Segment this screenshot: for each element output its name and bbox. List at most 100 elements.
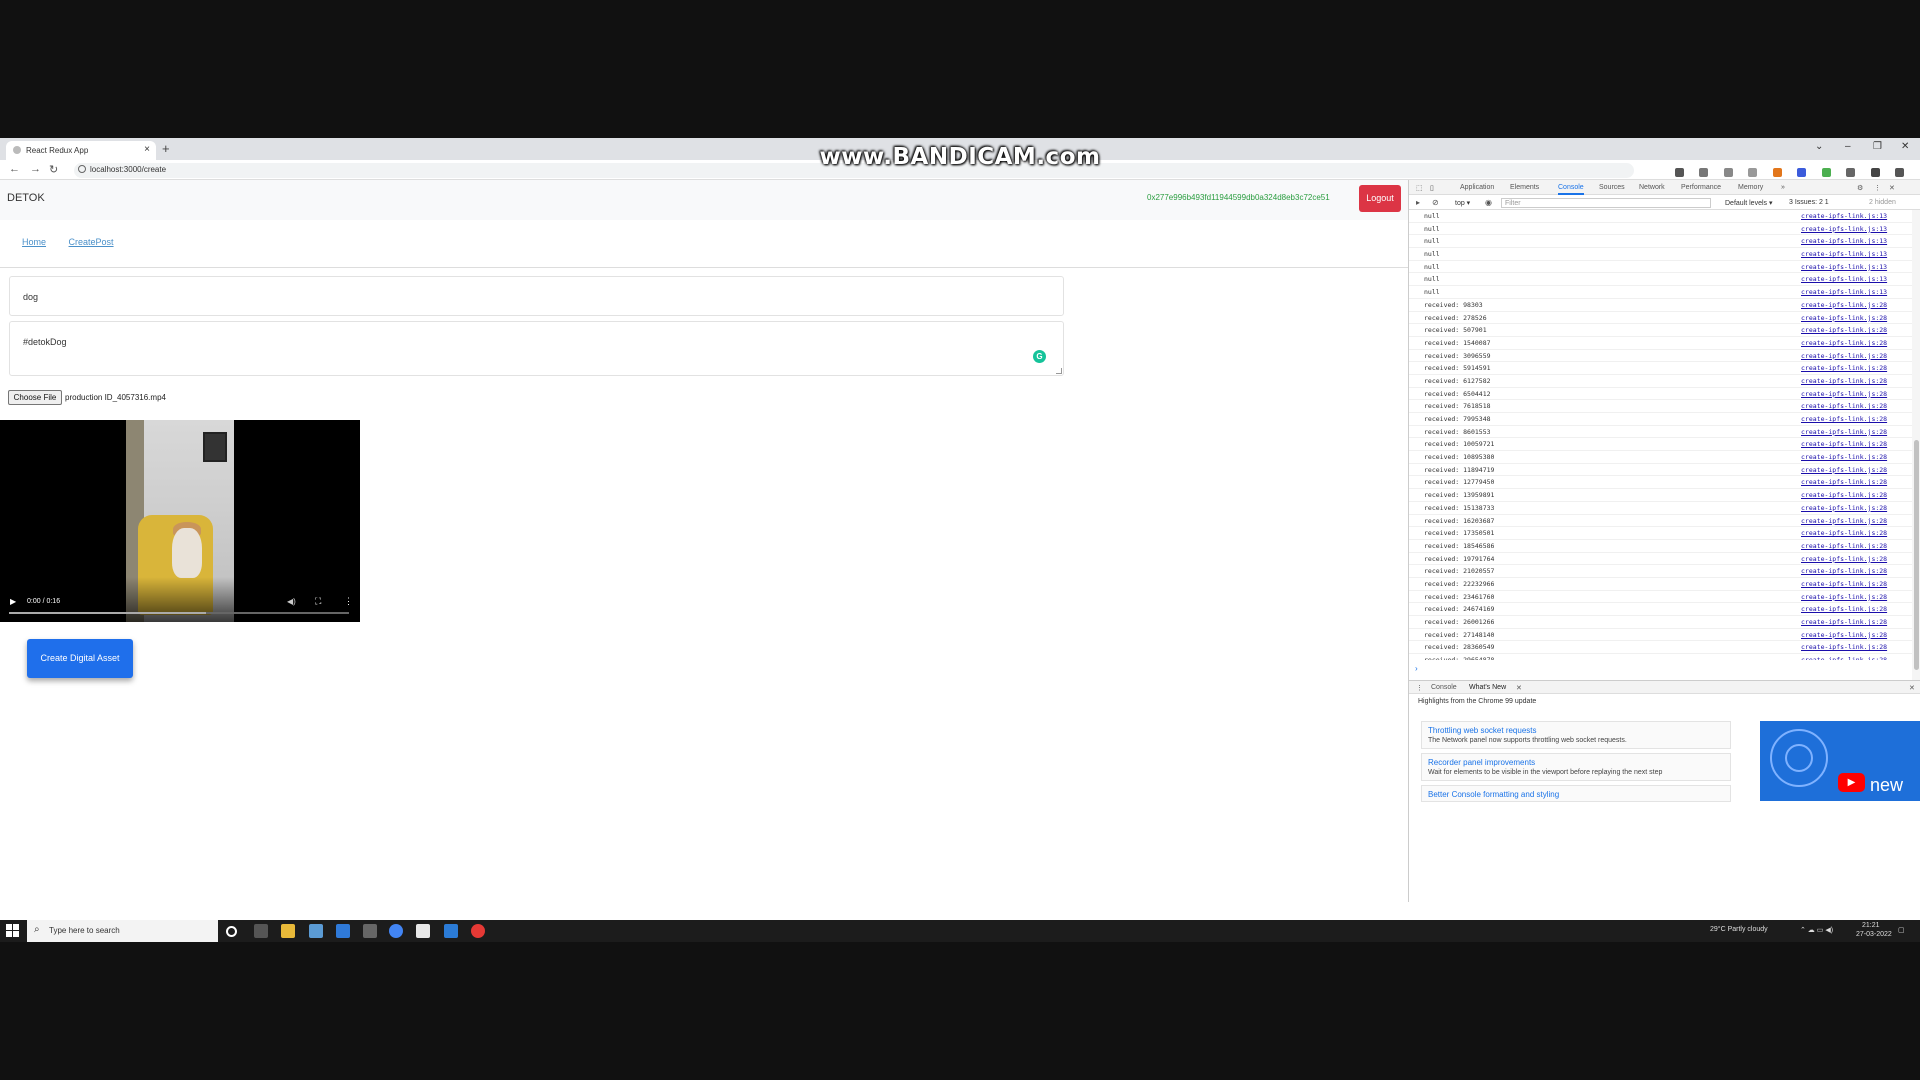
console-log-source-link[interactable]: create-ipfs-link.js:28 [1801,643,1887,651]
weather-status[interactable]: 29°C Partly cloudy [1710,926,1768,933]
tab-sources[interactable]: Sources [1599,184,1625,191]
store-icon[interactable] [309,924,323,938]
notification-icon[interactable]: ▢ [1898,926,1905,934]
console-log-source-link[interactable]: create-ipfs-link.js:28 [1801,529,1887,537]
console-log-source-link[interactable]: create-ipfs-link.js:28 [1801,580,1887,588]
logout-button[interactable]: Logout [1359,185,1401,212]
console-log-source-link[interactable]: create-ipfs-link.js:28 [1801,605,1887,613]
console-log-source-link[interactable]: create-ipfs-link.js:28 [1801,567,1887,575]
console-log-source-link[interactable]: create-ipfs-link.js:28 [1801,314,1887,322]
tab-application[interactable]: Application [1460,184,1494,191]
console-log-source-link[interactable]: create-ipfs-link.js:28 [1801,593,1887,601]
tab-console[interactable]: Console [1558,184,1584,195]
console-log-source-link[interactable]: create-ipfs-link.js:28 [1801,390,1887,398]
whats-new-video-thumbnail[interactable]: ▶ new [1760,721,1920,801]
console-log-source-link[interactable]: create-ipfs-link.js:28 [1801,555,1887,563]
inspect-icon[interactable]: ⬚ [1416,184,1423,192]
drawer-tab-whats-new[interactable]: What's New [1469,684,1506,691]
app-brand[interactable]: DETOK [7,192,45,204]
console-log-source-link[interactable]: create-ipfs-link.js:28 [1801,415,1887,423]
file-explorer-icon[interactable] [281,924,295,938]
console-log-source-link[interactable]: create-ipfs-link.js:28 [1801,440,1887,448]
console-prompt-icon[interactable]: › [1415,664,1418,673]
console-log-source-link[interactable]: create-ipfs-link.js:28 [1801,326,1887,334]
clear-console-icon[interactable]: ⊘ [1432,198,1439,207]
console-scrollbar[interactable] [1912,210,1920,680]
grammarly-icon[interactable]: G [1033,350,1046,363]
chrome-icon[interactable] [389,924,403,938]
console-log-source-link[interactable]: create-ipfs-link.js:28 [1801,478,1887,486]
windows-start-icon[interactable] [6,924,19,937]
record-icon[interactable] [471,924,485,938]
console-log-source-link[interactable]: create-ipfs-link.js:28 [1801,377,1887,385]
console-log-source-link[interactable]: create-ipfs-link.js:28 [1801,656,1887,660]
tab-memory[interactable]: Memory [1738,184,1763,191]
youtube-play-icon[interactable]: ▶ [1838,773,1865,792]
home-link[interactable]: Home [22,237,46,247]
console-log-source-link[interactable]: create-ipfs-link.js:13 [1801,225,1887,233]
whats-new-card[interactable]: Throttling web socket requests The Netwo… [1421,721,1731,749]
create-digital-asset-button[interactable]: Create Digital Asset [27,639,133,678]
console-log-source-link[interactable]: create-ipfs-link.js:28 [1801,352,1887,360]
resize-handle-icon[interactable] [1056,368,1062,374]
console-log-source-link[interactable]: create-ipfs-link.js:28 [1801,466,1887,474]
console-log-source-link[interactable]: create-ipfs-link.js:28 [1801,453,1887,461]
drawer-tab-console[interactable]: Console [1431,684,1457,691]
more-options-icon[interactable]: ⋮ [344,596,353,607]
console-log-source-link[interactable]: create-ipfs-link.js:13 [1801,250,1887,258]
console-log-source-link[interactable]: create-ipfs-link.js:28 [1801,491,1887,499]
console-log-source-link[interactable]: create-ipfs-link.js:28 [1801,339,1887,347]
console-log-source-link[interactable]: create-ipfs-link.js:28 [1801,618,1887,626]
volume-icon[interactable]: ◀) [287,597,296,606]
title-input[interactable]: dog [9,276,1064,316]
issues-badge[interactable]: 3 Issues: 2 1 [1789,199,1829,206]
system-tray-icons[interactable]: ⌃ ☁ ▭ ◀) [1800,926,1833,934]
video-player[interactable]: ▶ 0:00 / 0:16 ◀) ⛶ ⋮ [0,420,360,622]
console-log-source-link[interactable]: create-ipfs-link.js:28 [1801,428,1887,436]
console-log-source-link[interactable]: create-ipfs-link.js:13 [1801,237,1887,245]
eye-icon[interactable]: ◉ [1485,198,1492,207]
scrollbar-thumb[interactable] [1914,440,1919,670]
console-log-source-link[interactable]: create-ipfs-link.js:13 [1801,212,1887,220]
sidebar-toggle-icon[interactable]: ▸ [1416,198,1420,207]
console-log-source-link[interactable]: create-ipfs-link.js:28 [1801,504,1887,512]
device-toolbar-icon[interactable]: ▯ [1430,184,1434,192]
close-drawer-icon[interactable]: ✕ [1909,684,1915,692]
choose-file-button[interactable]: Choose File [8,390,62,405]
task-view-icon[interactable] [254,924,268,938]
play-icon[interactable]: ▶ [10,597,16,606]
console-log-source-link[interactable]: create-ipfs-link.js:13 [1801,288,1887,296]
context-select[interactable]: top ▾ [1455,199,1470,207]
console-log-source-link[interactable]: create-ipfs-link.js:28 [1801,517,1887,525]
drawer-menu-icon[interactable]: ⋮ [1416,684,1423,692]
card-title[interactable]: Better Console formatting and styling [1428,790,1559,799]
console-log-source-link[interactable]: create-ipfs-link.js:28 [1801,301,1887,309]
description-textarea[interactable]: #detokDog G [9,321,1064,376]
clock-time[interactable]: 21:21 [1862,922,1880,929]
create-post-link[interactable]: CreatePost [69,237,114,247]
tab-network[interactable]: Network [1639,184,1665,191]
filter-input[interactable]: Filter [1501,198,1711,208]
fullscreen-icon[interactable]: ⛶ [315,596,321,607]
console-log-source-link[interactable]: create-ipfs-link.js:28 [1801,631,1887,639]
log-levels-select[interactable]: Default levels ▾ [1725,199,1772,207]
devtools-menu-icon[interactable]: ⋮ [1874,184,1881,192]
card-title[interactable]: Recorder panel improvements [1428,758,1535,767]
whats-new-card[interactable]: Better Console formatting and styling [1421,785,1731,802]
taskbar-search[interactable]: ⌕ Type here to search [27,920,218,942]
close-whats-new-icon[interactable]: ✕ [1516,684,1522,692]
console-log-source-link[interactable]: create-ipfs-link.js:13 [1801,263,1887,271]
video-progress-bar[interactable] [9,612,349,614]
settings-icon[interactable]: ⚙ [1857,184,1863,192]
cortana-icon[interactable] [226,926,237,937]
mail-icon[interactable] [336,924,350,938]
console-log-source-link[interactable]: create-ipfs-link.js:28 [1801,364,1887,372]
card-title[interactable]: Throttling web socket requests [1428,726,1537,735]
console-log-source-link[interactable]: create-ipfs-link.js:28 [1801,402,1887,410]
whats-new-card[interactable]: Recorder panel improvements Wait for ele… [1421,753,1731,781]
close-devtools-icon[interactable]: ✕ [1889,184,1895,192]
more-tabs-icon[interactable]: » [1781,184,1785,191]
vscode-icon[interactable] [444,924,458,938]
terminal-icon[interactable] [363,924,377,938]
clock-date[interactable]: 27-03-2022 [1856,931,1892,938]
